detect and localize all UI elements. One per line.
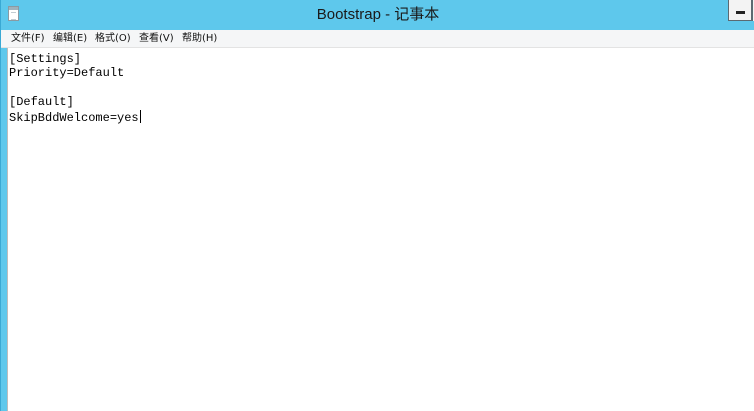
editor-line-text: SkipBddWelcome=yes bbox=[9, 111, 139, 125]
editor-line: Priority=Default bbox=[9, 66, 124, 81]
text-editor[interactable]: [Settings] Priority=Default [Default] Sk… bbox=[7, 48, 754, 411]
menu-edit[interactable]: 编辑(E) bbox=[53, 30, 87, 47]
editor-line: SkipBddWelcome=yes bbox=[9, 110, 141, 125]
editor-line-text: Priority=Default bbox=[9, 66, 125, 80]
window-title: Bootstrap - 记事本 bbox=[316, 6, 440, 23]
editor-line-text: [Settings] bbox=[9, 52, 82, 66]
editor-line-text: [Default] bbox=[9, 95, 74, 109]
menu-view[interactable]: 查看(V) bbox=[139, 30, 174, 47]
notepad-window: Bootstrap - 记事本 文件(F) 编辑(E) 格式(O) 查看(V) … bbox=[0, 0, 754, 411]
editor-line: [Default] bbox=[9, 95, 74, 110]
minimize-button[interactable] bbox=[728, 0, 752, 21]
menu-format[interactable]: 格式(O) bbox=[95, 30, 131, 47]
menu-help[interactable]: 帮助(H) bbox=[182, 30, 217, 47]
text-caret bbox=[139, 110, 141, 123]
menu-bar: 文件(F) 编辑(E) 格式(O) 查看(V) 帮助(H) bbox=[1, 30, 754, 48]
menu-file[interactable]: 文件(F) bbox=[11, 30, 45, 47]
title-bar[interactable]: Bootstrap - 记事本 bbox=[1, 0, 754, 30]
minimize-icon bbox=[736, 11, 745, 14]
editor-line: [Settings] bbox=[9, 52, 81, 67]
